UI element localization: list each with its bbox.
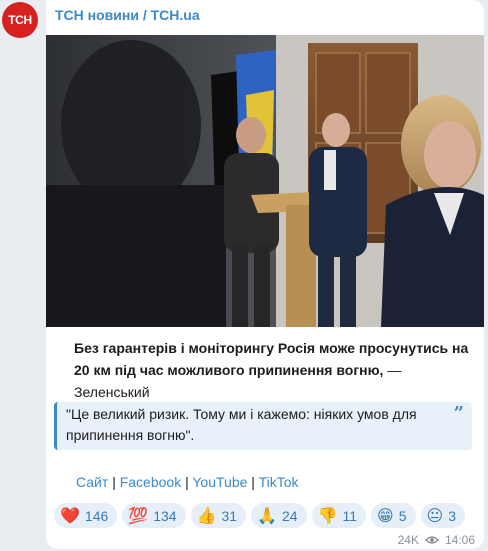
- thumbs-down-icon: 👎: [317, 505, 338, 525]
- reaction-count: 11: [342, 507, 358, 524]
- press-conference-image: [46, 35, 484, 327]
- reaction-count: 31: [221, 507, 238, 524]
- reactions-row: ❤️ 146 💯 134 👍 31 🙏 24 👎 11 😁 5 😐 3: [54, 503, 465, 528]
- blockquote: "Це великий ризик. Тому ми і кажемо: нія…: [54, 402, 472, 450]
- reaction-count: 24: [281, 507, 298, 524]
- reaction-count: 146: [84, 507, 109, 524]
- reaction-grin[interactable]: 😁 5: [371, 503, 416, 528]
- reaction-count: 5: [398, 507, 407, 524]
- post-time: 14:06: [444, 533, 475, 547]
- link-youtube[interactable]: YouTube: [192, 474, 247, 490]
- thumbs-up-icon: 👍: [196, 505, 217, 525]
- link-site[interactable]: Сайт: [76, 474, 108, 490]
- quote-text: "Це великий ризик. Тому ми і кажемо: нія…: [66, 406, 417, 443]
- quote-icon: ”: [453, 403, 464, 424]
- reaction-heart[interactable]: ❤️ 146: [54, 503, 118, 528]
- link-tiktok[interactable]: TikTok: [259, 474, 299, 490]
- eye-icon: [424, 535, 439, 545]
- reaction-neutral[interactable]: 😐 3: [420, 503, 465, 528]
- reaction-count: 3: [448, 507, 456, 524]
- avatar-label: ТСН: [8, 13, 32, 27]
- reaction-count: 134: [153, 507, 177, 524]
- reaction-thumbs-down[interactable]: 👎 11: [311, 503, 367, 528]
- view-count: 24K: [397, 533, 419, 547]
- link-row: Сайт | Facebook | YouTube | TikTok: [76, 474, 299, 490]
- caption-headline: Без гарантерів і моніторингу Росія може …: [74, 340, 469, 378]
- reaction-thumbs-up[interactable]: 👍 31: [190, 503, 247, 528]
- grin-icon: 😁: [377, 505, 394, 525]
- post-photo[interactable]: [46, 35, 484, 327]
- pray-icon: 🙏: [257, 505, 277, 525]
- message-meta: 24K 14:06: [398, 533, 475, 547]
- post-caption: Без гарантерів і моніторингу Росія може …: [74, 337, 478, 403]
- channel-name[interactable]: ТСН новини / TCH.ua: [55, 7, 200, 23]
- heart-icon: ❤️: [60, 505, 80, 525]
- link-separator: |: [112, 474, 120, 490]
- link-separator: |: [251, 474, 259, 490]
- channel-avatar[interactable]: ТСН: [2, 2, 38, 38]
- link-facebook[interactable]: Facebook: [120, 474, 181, 490]
- hundred-icon: 💯: [128, 505, 149, 525]
- message-bubble: ТСН новини / TCH.ua Без гарантерів і мон…: [46, 0, 484, 549]
- reaction-pray[interactable]: 🙏 24: [251, 503, 307, 528]
- neutral-face-icon: 😐: [426, 505, 444, 525]
- reaction-hundred[interactable]: 💯 134: [122, 503, 186, 528]
